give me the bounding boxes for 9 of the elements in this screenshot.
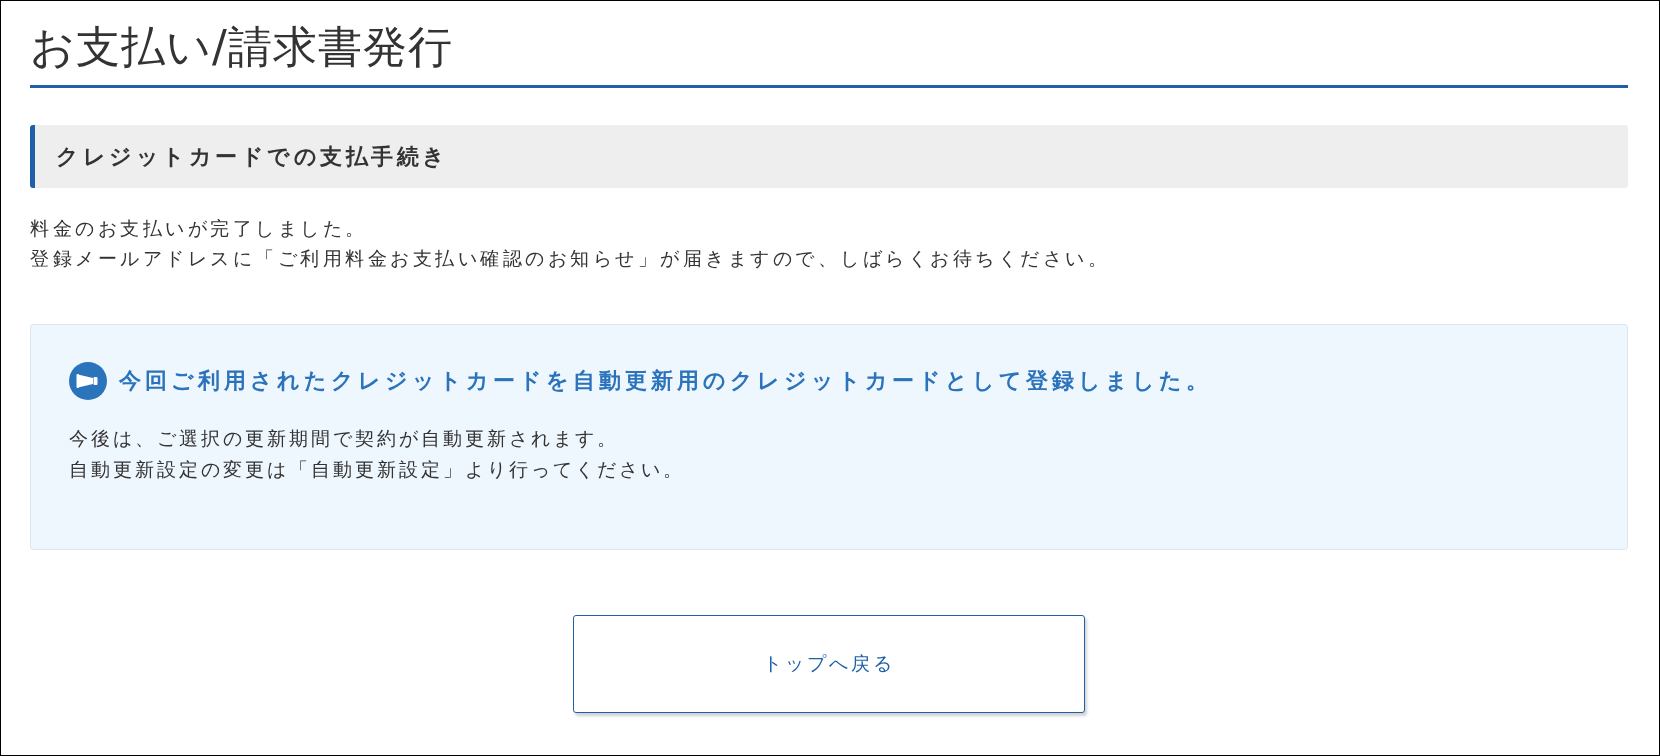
notice-text: 今後は、ご選択の更新期間で契約が自動更新されます。 — [69, 426, 620, 451]
back-to-top-button[interactable]: トップへ戻る — [573, 615, 1085, 713]
page-title: お支払い/請求書発行 — [30, 21, 1628, 88]
message-text: 登録メールアドレスに「ご利用料金お支払い確認のお知らせ」が届きますので、しばらくお待ちください。 — [30, 246, 1111, 271]
notice-heading: 今回ご利用されたクレジットカードを自動更新用のクレジットカードとして登録しました。 — [119, 367, 1212, 395]
section-heading: クレジットカードでの支払手続き — [30, 125, 1628, 188]
megaphone-icon — [69, 362, 107, 400]
notice-text: 自動更新設定の変更は「自動更新設定」より行ってください。 — [69, 457, 686, 482]
message-text: 料金のお支払いが完了しました。 — [30, 216, 369, 241]
